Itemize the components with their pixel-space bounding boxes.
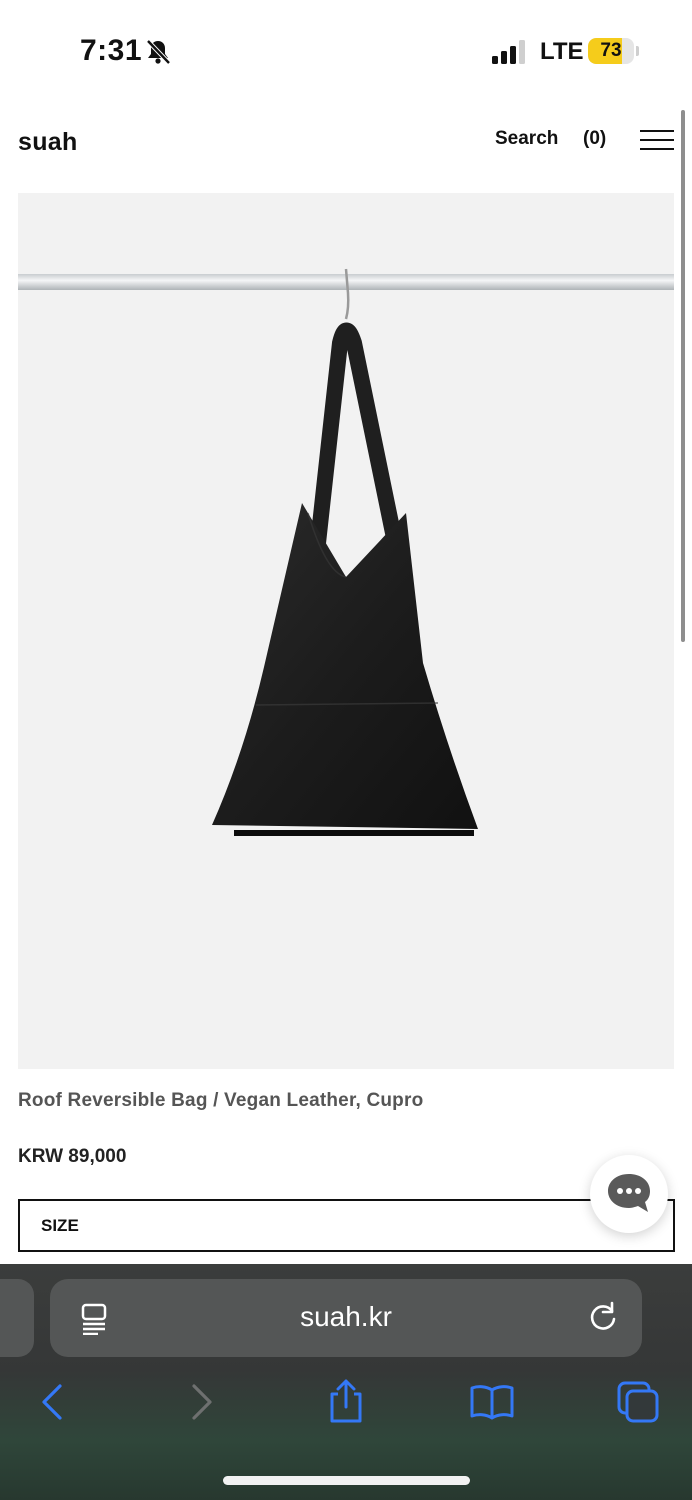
chat-button[interactable] bbox=[590, 1155, 668, 1233]
battery-cap bbox=[636, 46, 639, 56]
status-time: 7:31 bbox=[80, 34, 143, 67]
hamburger-menu-icon[interactable] bbox=[640, 128, 676, 152]
tabs-icon[interactable] bbox=[616, 1380, 662, 1424]
share-icon[interactable] bbox=[326, 1378, 366, 1424]
network-type: LTE bbox=[540, 38, 584, 65]
scrollbar[interactable] bbox=[681, 110, 685, 642]
home-indicator bbox=[223, 1476, 470, 1485]
previous-tab-preview[interactable] bbox=[0, 1279, 34, 1357]
battery-percent: 73 bbox=[600, 40, 622, 61]
address-bar[interactable]: suah.kr bbox=[50, 1279, 642, 1357]
forward-icon[interactable] bbox=[188, 1384, 216, 1420]
back-icon[interactable] bbox=[38, 1384, 66, 1420]
bell-slash-icon bbox=[146, 39, 171, 65]
cart-link[interactable]: (0) bbox=[583, 128, 606, 150]
reload-icon[interactable] bbox=[588, 1301, 618, 1333]
battery-icon: 73 bbox=[588, 38, 634, 64]
site-logo[interactable]: suah bbox=[18, 128, 78, 157]
browser-toolbar: suah.kr bbox=[0, 1264, 692, 1500]
signal-icon bbox=[492, 40, 525, 64]
url-text: suah.kr bbox=[300, 1301, 392, 1332]
product-price: KRW 89,000 bbox=[18, 1146, 127, 1167]
product-title: Roof Reversible Bag / Vegan Leather, Cup… bbox=[18, 1090, 424, 1111]
chat-bubble-icon bbox=[608, 1174, 650, 1212]
size-select[interactable]: SIZE bbox=[18, 1199, 675, 1252]
site-header: suah Search (0) bbox=[0, 110, 692, 180]
product-image[interactable] bbox=[18, 193, 674, 1069]
bookmarks-icon[interactable] bbox=[468, 1384, 516, 1420]
status-bar: 7:31 LTE 73 bbox=[0, 0, 692, 100]
size-select-label: SIZE bbox=[41, 1216, 79, 1235]
search-link[interactable]: Search bbox=[495, 128, 558, 150]
